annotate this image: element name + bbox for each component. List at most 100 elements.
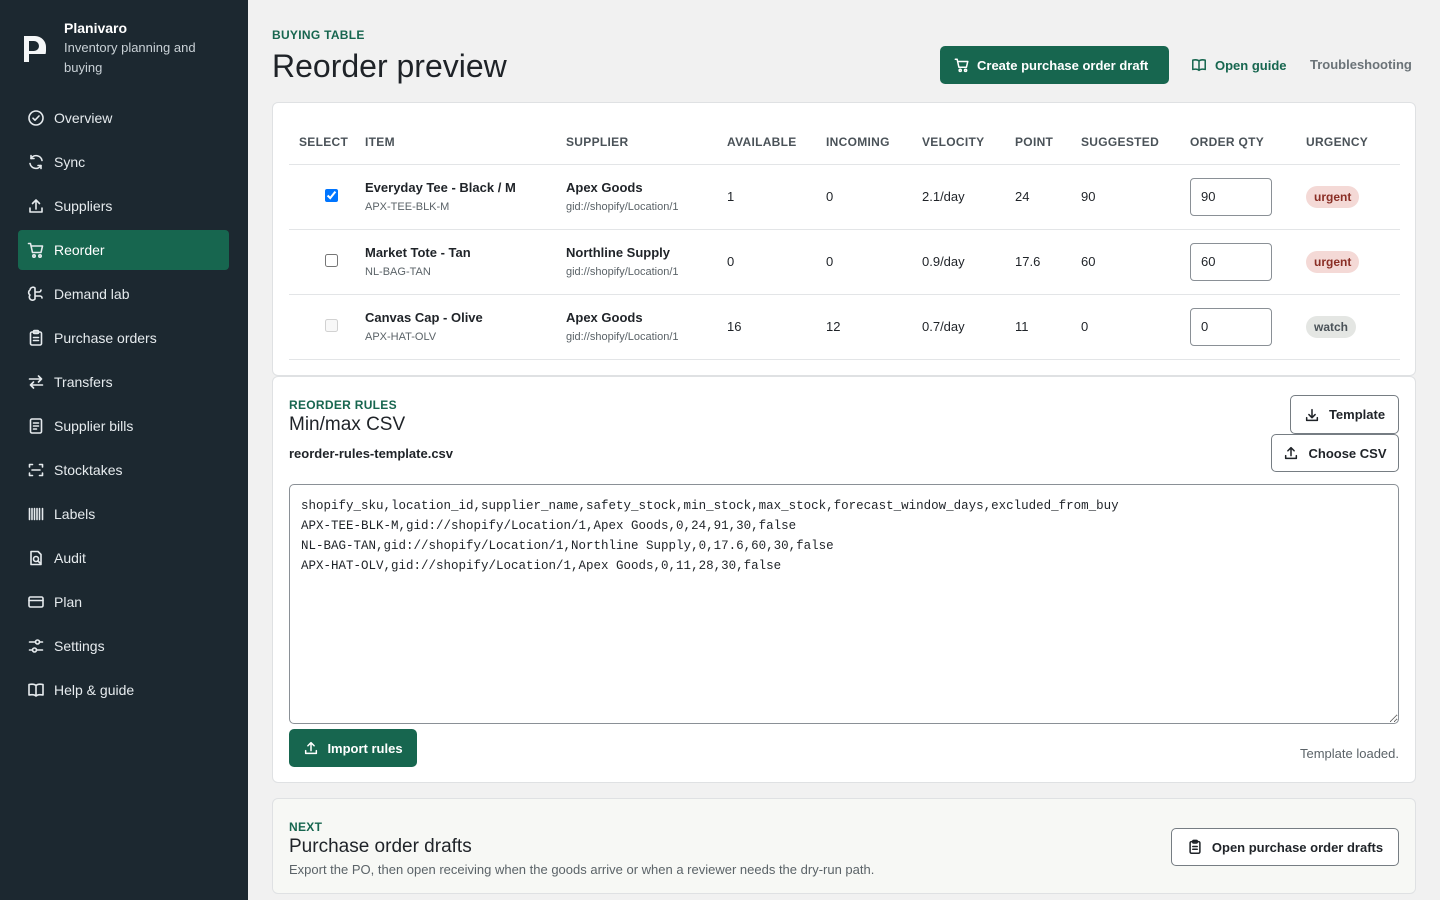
table-row: Canvas Cap - Olive APX-HAT-OLV Apex Goods… bbox=[289, 294, 1400, 360]
table-row: Market Tote - Tan NL-BAG-TAN Northline Su… bbox=[289, 229, 1400, 295]
sidebar-item-label: Overview bbox=[54, 110, 113, 126]
suggested-cell: 0 bbox=[1081, 294, 1190, 360]
col-supplier: SUPPLIER bbox=[566, 121, 727, 165]
order-qty-input[interactable] bbox=[1190, 242, 1272, 281]
open-guide-label: Open guide bbox=[1215, 57, 1287, 73]
next-eyebrow: NEXT bbox=[289, 820, 323, 834]
sidebar-item-demand-lab[interactable]: Demand lab bbox=[18, 274, 229, 314]
book-icon bbox=[28, 683, 44, 697]
cart-icon bbox=[954, 58, 969, 73]
item-sku: APX-HAT-OLV bbox=[365, 331, 437, 343]
sidebar-item-labels[interactable]: Labels bbox=[18, 494, 229, 534]
sidebar-item-label: Plan bbox=[54, 594, 83, 610]
scan-icon bbox=[28, 463, 44, 477]
velocity-cell: 0.7/day bbox=[922, 294, 1015, 360]
sidebar-item-label: Audit bbox=[54, 550, 86, 566]
available-cell: 16 bbox=[727, 294, 826, 360]
status-message: Template loaded. bbox=[1299, 746, 1399, 761]
choose-csv-button[interactable]: Choose CSV bbox=[1271, 434, 1399, 472]
sidebar-item-settings[interactable]: Settings bbox=[18, 626, 229, 666]
upload-icon bbox=[305, 741, 318, 755]
sidebar-item-label: Sync bbox=[54, 154, 86, 170]
troubleshooting-link[interactable]: Troubleshooting bbox=[1310, 57, 1412, 72]
import-rules-button[interactable]: Import rules bbox=[289, 729, 417, 767]
supplier-location: gid://shopify/Location/1 bbox=[566, 331, 679, 343]
sidebar-item-label: Purchase orders bbox=[54, 330, 157, 346]
csv-textarea[interactable]: shopify_sku,location_id,supplier_name,sa… bbox=[289, 484, 1399, 724]
urgency-badge: urgent bbox=[1306, 250, 1360, 273]
rules-title: Min/max CSV bbox=[289, 414, 406, 435]
sidebar-item-label: Suppliers bbox=[54, 198, 113, 214]
sidebar-item-label: Demand lab bbox=[54, 286, 130, 302]
sidebar-item-audit[interactable]: Audit bbox=[18, 538, 229, 578]
open-po-drafts-label: Open purchase order drafts bbox=[1211, 839, 1384, 855]
incoming-cell: 12 bbox=[826, 294, 922, 360]
next-card: NEXT Purchase order drafts Export the PO… bbox=[272, 798, 1416, 894]
sidebar-item-help[interactable]: Help & guide bbox=[18, 670, 229, 710]
sidebar-item-suppliers[interactable]: Suppliers bbox=[18, 186, 229, 226]
sidebar-item-supplier-bills[interactable]: Supplier bills bbox=[18, 406, 229, 446]
item-name: Everyday Tee - Black / M bbox=[365, 180, 516, 195]
sidebar-item-label: Reorder bbox=[54, 242, 105, 258]
sidebar-item-label: Stocktakes bbox=[54, 462, 123, 478]
next-description: Export the PO, then open receiving when … bbox=[289, 862, 875, 877]
sidebar-item-reorder[interactable]: Reorder bbox=[18, 230, 229, 270]
sidebar-item-purchase-orders[interactable]: Purchase orders bbox=[18, 318, 229, 358]
col-select: SELECT bbox=[289, 121, 365, 165]
create-button-label: Create purchase order draft bbox=[977, 57, 1149, 73]
sidebar-item-stocktakes[interactable]: Stocktakes bbox=[18, 450, 229, 490]
import-rules-label: Import rules bbox=[327, 740, 403, 756]
sidebar-item-transfers[interactable]: Transfers bbox=[18, 362, 229, 402]
arrows-icon bbox=[28, 375, 44, 389]
supplier-location: gid://shopify/Location/1 bbox=[566, 266, 679, 278]
check-circle-icon bbox=[28, 110, 44, 126]
sliders-icon bbox=[28, 639, 44, 653]
create-purchase-order-draft-button[interactable]: Create purchase order draft bbox=[940, 46, 1169, 84]
sidebar-item-plan[interactable]: Plan bbox=[18, 582, 229, 622]
template-button-label: Template bbox=[1328, 407, 1386, 422]
incoming-cell: 0 bbox=[826, 229, 922, 295]
sidebar-item-label: Settings bbox=[54, 638, 105, 654]
urgency-badge: urgent bbox=[1306, 185, 1360, 208]
audit-icon bbox=[30, 550, 42, 566]
brain-icon bbox=[27, 286, 43, 301]
item-name: Canvas Cap - Olive bbox=[365, 310, 483, 325]
card-icon bbox=[28, 596, 44, 608]
template-button[interactable]: Template bbox=[1290, 395, 1399, 434]
brand-name: Planivaro bbox=[64, 20, 128, 36]
refresh-icon bbox=[29, 154, 43, 170]
reorder-table-card: SELECT ITEM SUPPLIER AVAILABLE INCOMING … bbox=[272, 102, 1416, 376]
col-velocity: VELOCITY bbox=[922, 121, 1015, 165]
planivaro-logo bbox=[24, 36, 50, 63]
rules-eyebrow: REORDER RULES bbox=[289, 398, 397, 412]
sidebar-item-sync[interactable]: Sync bbox=[18, 142, 229, 182]
col-point: POINT bbox=[1015, 121, 1081, 165]
urgency-badge: watch bbox=[1306, 315, 1357, 338]
col-incoming: INCOMING bbox=[826, 121, 922, 165]
order-qty-input[interactable] bbox=[1190, 307, 1272, 346]
velocity-cell: 2.1/day bbox=[922, 164, 1015, 230]
incoming-cell: 0 bbox=[826, 164, 922, 230]
sidebar-item-label: Help & guide bbox=[54, 682, 135, 698]
open-purchase-order-drafts-button[interactable]: Open purchase order drafts bbox=[1171, 828, 1399, 866]
clipboard-icon bbox=[29, 329, 43, 346]
clipboard-icon bbox=[1189, 839, 1201, 854]
col-order-qty: ORDER QTY bbox=[1190, 121, 1306, 165]
col-suggested: SUGGESTED bbox=[1081, 121, 1190, 165]
row-select-checkbox[interactable] bbox=[325, 253, 338, 267]
supplier-name: Apex Goods bbox=[566, 310, 643, 325]
table-row: Everyday Tee - Black / M APX-TEE-BLK-M Ap… bbox=[289, 164, 1400, 230]
rules-filename: reorder-rules-template.csv bbox=[289, 446, 454, 461]
order-qty-input[interactable] bbox=[1190, 177, 1272, 216]
next-title: Purchase order drafts bbox=[289, 836, 472, 857]
sidebar-nav: Overview Sync Suppliers Reorder Demand l… bbox=[18, 98, 229, 714]
reorder-table: SELECT ITEM SUPPLIER AVAILABLE INCOMING … bbox=[289, 121, 1400, 360]
cart-icon bbox=[27, 242, 44, 259]
sidebar-item-overview[interactable]: Overview bbox=[18, 98, 229, 138]
brand[interactable]: Planivaro Inventory planning and buying bbox=[24, 18, 204, 78]
row-select-checkbox[interactable] bbox=[325, 318, 338, 332]
row-select-checkbox[interactable] bbox=[325, 188, 338, 202]
supplier-name: Northline Supply bbox=[566, 245, 670, 260]
open-guide-link[interactable]: Open guide bbox=[1191, 57, 1287, 73]
col-item: ITEM bbox=[365, 121, 566, 165]
